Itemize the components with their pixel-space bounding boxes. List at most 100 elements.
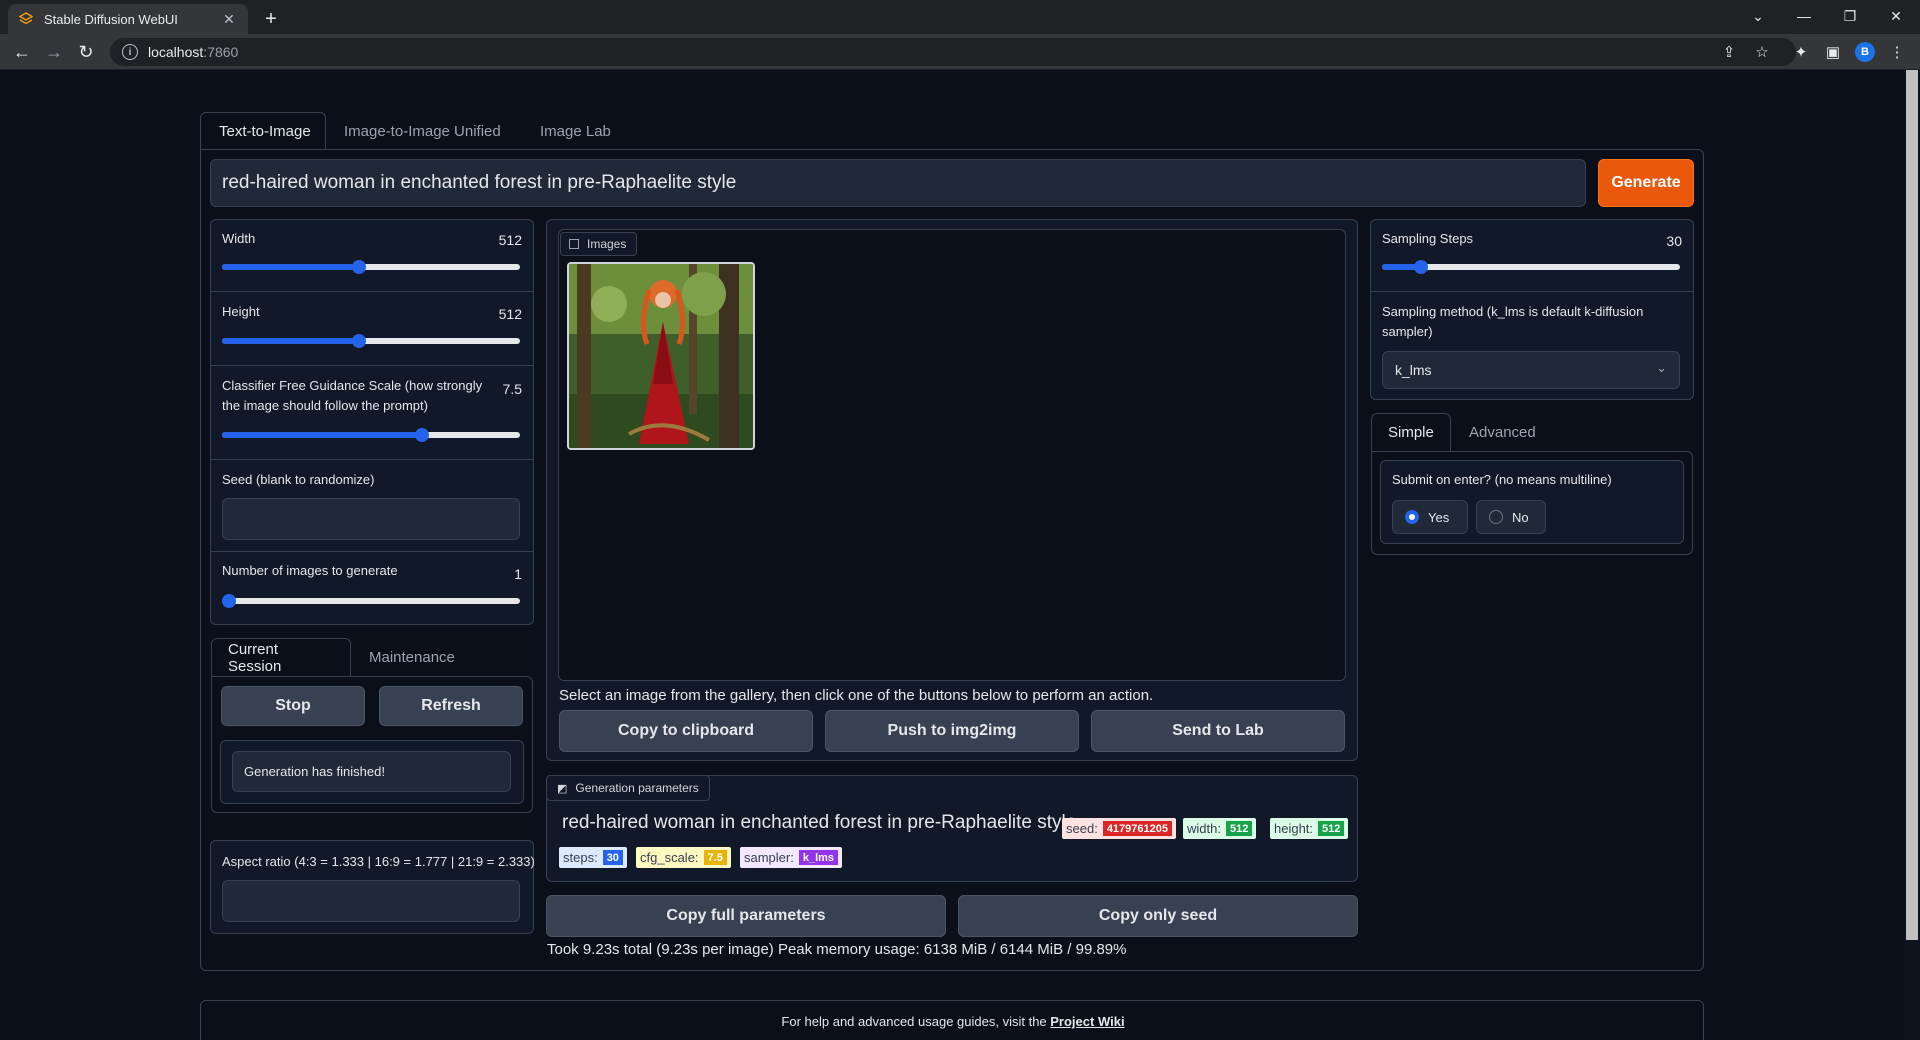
page-scrollbar-thumb[interactable] xyxy=(1906,70,1918,940)
height-value[interactable]: 512 xyxy=(470,306,522,322)
steps-badge-key: steps: xyxy=(563,850,598,865)
share-icon[interactable]: ⇪ xyxy=(1718,41,1740,63)
submit-no-radio[interactable]: No xyxy=(1476,500,1546,534)
tab-current-session[interactable]: Current Session xyxy=(211,638,351,676)
cfg-scale-slider-thumb[interactable] xyxy=(414,428,429,442)
back-arrow-icon[interactable]: ← xyxy=(8,38,36,66)
close-tab-icon[interactable]: ✕ xyxy=(220,10,238,28)
submit-on-enter-label: Submit on enter? (no means multiline) xyxy=(1392,472,1612,487)
tab-image-lab[interactable]: Image Lab xyxy=(522,112,629,150)
tab-image-to-image-unified[interactable]: Image-to-Image Unified xyxy=(326,112,519,150)
push-to-img2img-button[interactable]: Push to img2img xyxy=(825,710,1079,752)
num-images-slider[interactable] xyxy=(222,594,520,608)
sampler-badge: sampler: k_lms xyxy=(740,847,843,868)
generation-status: Generation has finished! xyxy=(232,751,511,792)
steps-badge-value: 30 xyxy=(602,850,623,865)
tab-search-chevron-icon[interactable]: ⌄ xyxy=(1736,0,1780,32)
browser-tab-title: Stable Diffusion WebUI xyxy=(44,11,178,27)
project-wiki-link[interactable]: Project Wiki xyxy=(1050,1014,1124,1029)
radio-unselected-icon xyxy=(1489,510,1503,524)
height-label: Height xyxy=(222,304,260,319)
radio-selected-icon xyxy=(1405,510,1419,524)
cfg-scale-badge-key: cfg_scale: xyxy=(640,850,699,865)
new-tab-button[interactable]: + xyxy=(258,6,284,32)
bookmark-star-icon[interactable]: ☆ xyxy=(1751,41,1773,63)
stable-diffusion-favicon-icon xyxy=(18,11,34,27)
tab-maintenance[interactable]: Maintenance xyxy=(353,638,471,676)
cfg-scale-value[interactable]: 7.5 xyxy=(480,381,522,397)
num-images-slider-thumb[interactable] xyxy=(222,594,236,608)
height-slider[interactable] xyxy=(222,334,520,348)
browser-tab[interactable]: Stable Diffusion WebUI ✕ xyxy=(8,4,248,34)
extensions-puzzle-icon[interactable]: ✦ xyxy=(1790,41,1812,63)
submit-no-label: No xyxy=(1512,509,1529,525)
generate-button[interactable]: Generate xyxy=(1598,159,1694,207)
num-images-label: Number of images to generate xyxy=(222,563,398,578)
copy-to-clipboard-button[interactable]: Copy to clipboard xyxy=(559,710,813,752)
timing-info: Took 9.23s total (9.23s per image) Peak … xyxy=(547,941,1127,958)
sampling-method-label: Sampling method (k_lms is default k-diff… xyxy=(1382,304,1644,339)
chevron-down-icon: ⌄ xyxy=(1656,360,1667,375)
sampling-steps-value[interactable]: 30 xyxy=(1630,233,1682,249)
width-slider[interactable] xyxy=(222,260,520,274)
gallery-hint: Select an image from the gallery, then c… xyxy=(559,687,1154,704)
sampling-method-select[interactable]: k_lms ⌄ xyxy=(1382,351,1680,389)
divider xyxy=(211,551,533,552)
site-info-icon[interactable]: i xyxy=(122,44,138,60)
seed-badge-value: 4179761205 xyxy=(1102,821,1172,836)
tab-text-to-image[interactable]: Text-to-Image xyxy=(200,112,326,150)
cfg-scale-badge-value: 7.5 xyxy=(703,850,727,865)
browser-toolbar: ← → ↻ i localhost:7860 ⇪ ☆ ✦ ▣ B ⋮ xyxy=(0,34,1920,70)
close-window-icon[interactable]: ✕ xyxy=(1874,0,1918,32)
side-panel-icon[interactable]: ▣ xyxy=(1822,41,1844,63)
reload-icon[interactable]: ↻ xyxy=(72,38,100,66)
width-badge-key: width: xyxy=(1187,821,1221,836)
address-bar[interactable]: i localhost:7860 xyxy=(110,38,1796,66)
generated-image-thumbnail[interactable] xyxy=(567,262,755,450)
sampling-steps-label: Sampling Steps xyxy=(1382,231,1474,246)
seed-input[interactable] xyxy=(222,498,520,540)
height-badge-value: 512 xyxy=(1318,821,1345,836)
cfg-scale-badge: cfg_scale: 7.5 xyxy=(636,847,731,868)
height-slider-thumb[interactable] xyxy=(352,334,367,348)
height-badge-key: height: xyxy=(1274,821,1314,836)
send-to-lab-button[interactable]: Send to Lab xyxy=(1091,710,1345,752)
sampler-badge-value: k_lms xyxy=(798,850,839,865)
minimize-window-icon[interactable]: — xyxy=(1782,0,1826,32)
width-slider-thumb[interactable] xyxy=(352,260,367,274)
prompt-input[interactable]: red-haired woman in enchanted forest in … xyxy=(210,159,1586,207)
browser-menu-icon[interactable]: ⋮ xyxy=(1886,41,1908,63)
seed-badge-key: seed: xyxy=(1066,821,1098,836)
sampling-steps-slider-thumb[interactable] xyxy=(1413,260,1428,274)
sampling-steps-slider[interactable] xyxy=(1382,260,1680,274)
profile-avatar[interactable]: B xyxy=(1855,42,1875,62)
tab-advanced[interactable]: Advanced xyxy=(1453,413,1552,451)
aspect-ratio-input[interactable] xyxy=(222,880,520,922)
aspect-ratio-label: Aspect ratio (4:3 = 1.333 | 16:9 = 1.777… xyxy=(222,854,535,869)
num-images-value[interactable]: 1 xyxy=(480,566,522,582)
tab-simple[interactable]: Simple xyxy=(1371,413,1451,451)
forward-arrow-icon[interactable]: → xyxy=(40,38,68,66)
submit-yes-label: Yes xyxy=(1428,509,1450,525)
gallery-label-text: Images xyxy=(587,237,627,251)
seed-badge: seed: 4179761205 xyxy=(1062,818,1176,839)
width-badge: width: 512 xyxy=(1183,818,1257,839)
submit-yes-radio[interactable]: Yes xyxy=(1392,500,1468,534)
copy-only-seed-button[interactable]: Copy only seed xyxy=(958,895,1358,937)
divider xyxy=(211,291,533,292)
generation-parameters-label: ◩ Generation parameters xyxy=(546,775,710,801)
steps-badge: steps: 30 xyxy=(559,847,627,868)
copy-full-parameters-button[interactable]: Copy full parameters xyxy=(546,895,946,937)
height-badge: height: 512 xyxy=(1270,818,1349,839)
refresh-button[interactable]: Refresh xyxy=(379,686,523,726)
url-host: localhost xyxy=(148,44,204,60)
url-port: :7860 xyxy=(203,44,239,60)
footer-help-text: For help and advanced usage guides, visi… xyxy=(781,1014,1051,1029)
cfg-scale-slider[interactable] xyxy=(222,428,520,442)
divider xyxy=(1371,291,1693,292)
chart-icon: ◩ xyxy=(557,782,568,795)
seed-label: Seed (blank to randomize) xyxy=(222,472,375,487)
width-value[interactable]: 512 xyxy=(470,232,522,248)
stop-button[interactable]: Stop xyxy=(221,686,365,726)
restore-window-icon[interactable]: ❐ xyxy=(1828,0,1872,32)
